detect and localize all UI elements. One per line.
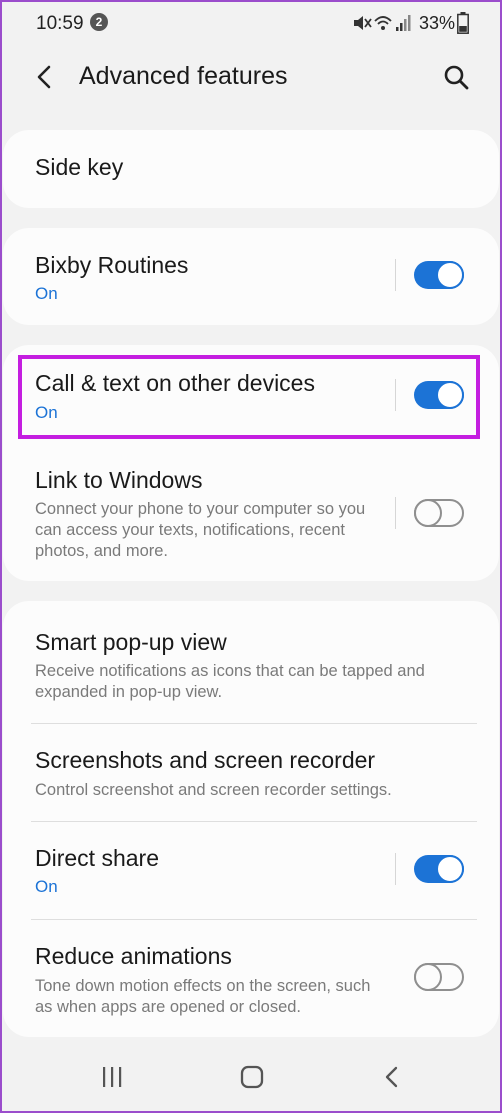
setting-title: Direct share: [35, 845, 159, 871]
app-header: Advanced features: [0, 48, 502, 108]
divider: [395, 853, 396, 885]
setting-screenshots-recorder[interactable]: Screenshots and screen recorder Control …: [3, 724, 499, 821]
bixby-routines-toggle[interactable]: [414, 261, 464, 289]
setting-title: Link to Windows: [35, 467, 203, 493]
setting-title: Smart pop-up view: [35, 629, 227, 655]
signal-icon: [396, 15, 411, 31]
direct-share-toggle[interactable]: [414, 855, 464, 883]
toggle-knob: [414, 499, 442, 527]
link-to-windows-toggle[interactable]: [414, 499, 464, 527]
setting-side-key[interactable]: Side key: [3, 130, 499, 208]
battery-icon: [457, 12, 469, 34]
back-icon[interactable]: [382, 1065, 402, 1089]
search-icon[interactable]: [442, 62, 470, 92]
divider: [395, 497, 396, 529]
status-bar: 10:59 2 33%: [0, 0, 502, 48]
recent-apps-icon[interactable]: [100, 1065, 124, 1089]
mute-icon: [354, 16, 372, 30]
toggle-knob: [436, 855, 464, 883]
settings-group-bixby: Bixby Routines On: [3, 228, 499, 325]
reduce-animations-toggle[interactable]: [414, 963, 464, 991]
setting-status: On: [35, 877, 58, 896]
setting-bixby-routines[interactable]: Bixby Routines On: [3, 228, 499, 325]
status-icons: [354, 15, 411, 31]
setting-direct-share[interactable]: Direct share On: [3, 822, 499, 919]
setting-title: Reduce animations: [35, 943, 232, 969]
toggle-knob: [436, 261, 464, 289]
setting-smart-popup-view[interactable]: Smart pop-up view Receive notifications …: [3, 601, 499, 723]
setting-description: Receive notifications as icons that can …: [35, 662, 425, 701]
setting-title: Bixby Routines: [35, 252, 189, 278]
settings-group-misc: Smart pop-up view Receive notifications …: [3, 601, 499, 1037]
home-icon[interactable]: [239, 1065, 265, 1089]
setting-description: Tone down motion effects on the screen, …: [35, 977, 371, 1016]
wifi-icon: [374, 16, 392, 30]
settings-group-side-key: Side key: [3, 130, 499, 208]
notification-count-badge: 2: [90, 13, 108, 31]
setting-description: Control screenshot and screen recorder s…: [35, 781, 392, 799]
back-arrow-icon[interactable]: [32, 62, 58, 92]
battery-percentage: 33%: [419, 13, 456, 33]
divider: [395, 259, 396, 291]
status-time: 10:59: [36, 13, 84, 34]
setting-description: Connect your phone to your computer so y…: [35, 500, 366, 560]
page-title: Advanced features: [79, 62, 288, 90]
toggle-knob: [414, 963, 442, 991]
setting-reduce-animations[interactable]: Reduce animations Tone down motion effec…: [3, 920, 499, 1037]
highlight-box: [18, 355, 480, 439]
setting-status: On: [35, 284, 58, 303]
setting-title: Screenshots and screen recorder: [35, 747, 376, 773]
navigation-bar: [0, 1040, 502, 1113]
setting-link-to-windows[interactable]: Link to Windows Connect your phone to yo…: [3, 445, 499, 581]
setting-title: Side key: [35, 154, 124, 180]
